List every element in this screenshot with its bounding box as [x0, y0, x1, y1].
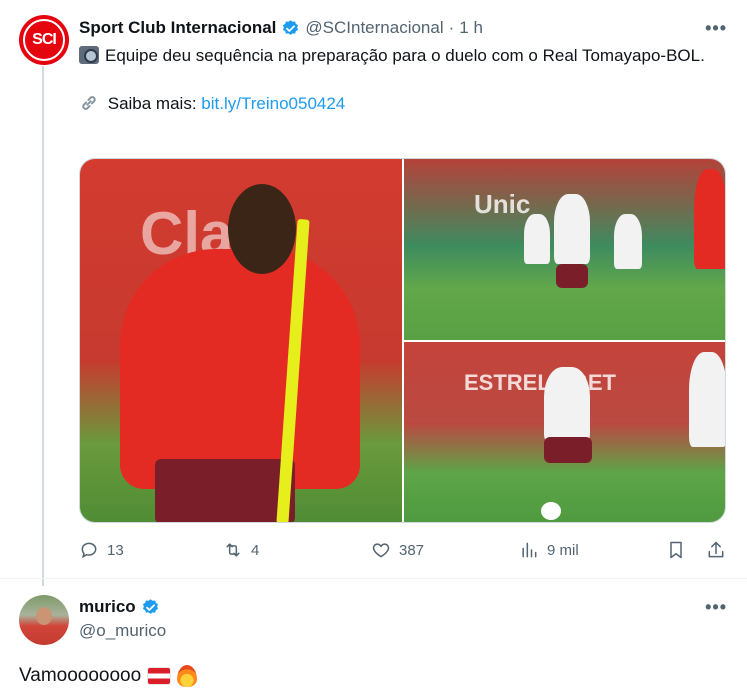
player-figure — [524, 214, 550, 264]
wall-sponsor-text: Unic — [474, 189, 531, 219]
player-figure — [694, 169, 725, 269]
reply-author-avatar[interactable] — [19, 595, 69, 645]
player-head — [228, 184, 296, 274]
tweet-actions: 13 4 387 9 mil — [79, 540, 729, 562]
photo-player-ball[interactable]: ESTRELA BET — [404, 342, 725, 522]
reply-text: Vamoooooooo — [19, 665, 198, 687]
player-figure — [554, 194, 590, 264]
thread-line — [42, 66, 44, 586]
like-count: 387 — [399, 541, 425, 559]
verified-badge-icon — [283, 19, 299, 35]
reply-more-options-button[interactable]: ••• — [705, 597, 727, 618]
reply-text-content: Vamoooooooo — [19, 665, 142, 686]
separator: · — [448, 18, 455, 37]
like-button[interactable]: 387 — [371, 540, 424, 560]
reply-author-header: murico — [79, 597, 160, 617]
bookmark-icon — [670, 541, 682, 559]
fire-emoji-icon — [177, 665, 198, 687]
photo-training-group[interactable]: Unic — [404, 159, 725, 340]
repost-button[interactable]: 4 — [223, 540, 259, 560]
timestamp[interactable]: 1 h — [459, 18, 483, 38]
photo-player-running[interactable]: Claro — [80, 159, 402, 522]
tweet-link[interactable]: bit.ly/Treino050424 — [201, 94, 345, 113]
verified-badge-icon — [142, 598, 158, 614]
reply-tweet[interactable]: murico @o_murico ••• Vamoooooooo — [0, 578, 747, 695]
repost-icon — [226, 543, 240, 557]
reply-button[interactable]: 13 — [79, 540, 124, 560]
player-shorts — [544, 437, 592, 463]
club-crest: SCI — [23, 19, 65, 61]
views-icon — [522, 542, 537, 558]
player-figure — [689, 352, 725, 447]
views-button[interactable]: 9 mil — [519, 540, 579, 560]
repost-count: 4 — [251, 541, 260, 559]
reply-author-name[interactable]: murico — [79, 597, 136, 617]
tweet-text-line: Equipe deu sequência na preparação para … — [105, 46, 705, 65]
player-shirt — [120, 249, 360, 489]
player-shorts — [556, 264, 588, 288]
author-name[interactable]: Sport Club Internacional — [79, 18, 276, 38]
wall-sponsor-text: ESTRELA BET — [464, 370, 616, 395]
reply-author-handle[interactable]: @o_murico — [79, 621, 166, 641]
more-options-button[interactable]: ••• — [705, 18, 727, 39]
camera-emoji-icon — [79, 46, 99, 64]
share-button[interactable] — [706, 540, 726, 560]
player-shorts — [155, 459, 295, 522]
link-emoji-icon — [79, 94, 104, 113]
tweet-header: Sport Club Internacional @SCInternaciona… — [79, 17, 483, 39]
media-grid[interactable]: Claro Unic ESTRELA BET — [79, 158, 726, 523]
views-count: 9 mil — [547, 541, 579, 559]
link-prefix: Saiba mais: — [107, 94, 197, 113]
reply-icon — [81, 542, 97, 559]
player-figure — [614, 214, 642, 269]
tweet[interactable]: SCI Sport Club Internacional @SCInternac… — [0, 0, 747, 586]
author-handle[interactable]: @SCInternacional — [305, 18, 443, 38]
player-figure — [544, 367, 590, 442]
heart-icon — [372, 543, 390, 558]
reply-count: 13 — [107, 541, 124, 559]
austria-flag-emoji-icon — [147, 667, 172, 685]
bookmark-button[interactable] — [666, 540, 686, 560]
share-icon — [708, 541, 724, 558]
tweet-text: Equipe deu sequência na preparação para … — [79, 44, 719, 140]
author-avatar[interactable]: SCI — [19, 15, 69, 65]
football — [541, 502, 561, 520]
